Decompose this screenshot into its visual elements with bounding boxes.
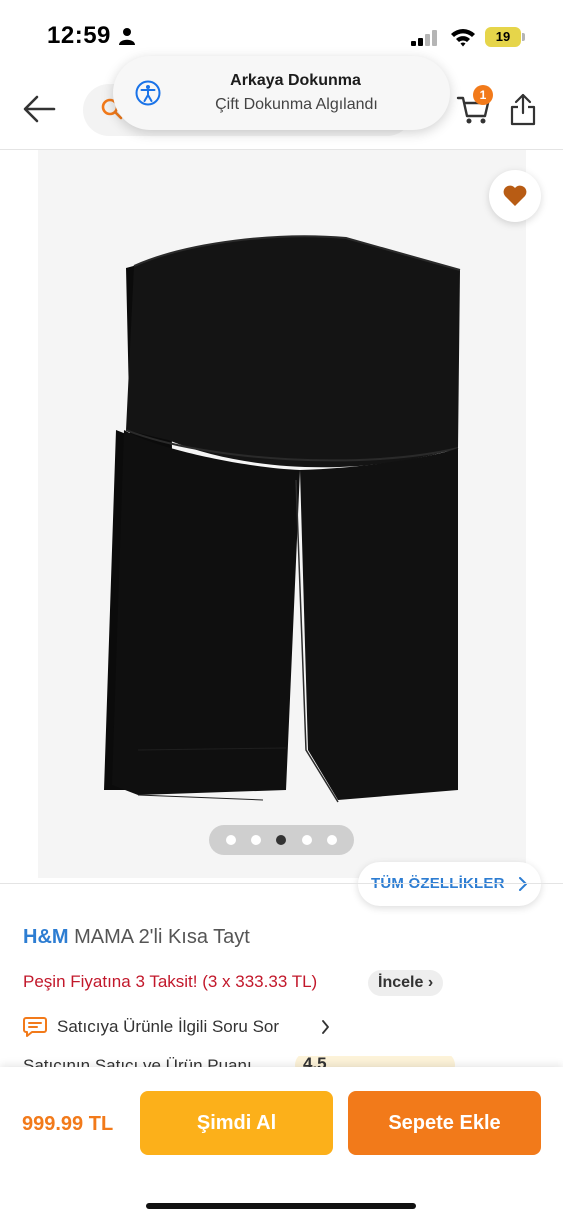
back-arrow-icon[interactable] <box>22 94 56 124</box>
pagination-dot[interactable] <box>327 835 337 845</box>
pagination-dot[interactable] <box>226 835 236 845</box>
section-divider <box>0 883 563 884</box>
ask-seller-link[interactable]: Satıcıya Ürünle İlgili Soru Sor <box>23 1014 343 1040</box>
bottom-action-bar: 999.99 TL Şimdi Al Sepete Ekle <box>0 1067 563 1219</box>
all-features-button[interactable]: TÜM ÖZELLİKLER <box>358 862 541 906</box>
home-indicator[interactable] <box>146 1203 416 1209</box>
installment-details-label: İncele <box>378 974 424 991</box>
cart-count-badge: 1 <box>473 85 493 105</box>
chevron-right-icon <box>519 877 527 891</box>
chevron-right-icon <box>322 1020 329 1034</box>
favorite-button[interactable] <box>489 170 541 222</box>
installment-details-button[interactable]: İncele › <box>368 970 444 996</box>
brand-name[interactable]: H&M <box>23 926 69 948</box>
accessibility-toast: Arkaya Dokunma Çift Dokunma Algılandı <box>113 56 450 130</box>
add-to-cart-button[interactable]: Sepete Ekle <box>348 1091 541 1155</box>
price: 999.99 TL <box>22 1113 114 1135</box>
share-icon[interactable] <box>510 92 536 126</box>
chevron-right-icon: › <box>427 974 434 991</box>
product-image <box>104 235 461 803</box>
heart-icon <box>503 185 527 206</box>
installment-text: Peşin Fiyatına 3 Taksit! (3 x 333.33 TL) <box>23 972 318 991</box>
battery-icon: 19 <box>485 27 525 47</box>
pagination-dot[interactable] <box>302 835 312 845</box>
chat-bubble-icon <box>23 1017 47 1037</box>
signal-icon <box>411 30 437 46</box>
person-icon <box>119 28 135 45</box>
battery-level: 19 <box>495 29 511 44</box>
product-image-gallery[interactable]: TÜM ÖZELLİKLER <box>0 150 563 906</box>
toast-title: Arkaya Dokunma <box>230 72 361 89</box>
product-title: H&M MAMA 2'li Kısa Tayt <box>23 926 250 949</box>
buy-now-button[interactable]: Şimdi Al <box>140 1091 333 1155</box>
image-pagination-dots <box>209 825 354 855</box>
product-name: MAMA 2'li Kısa Tayt <box>74 926 250 948</box>
toast-subtitle: Çift Dokunma Algılandı <box>215 96 378 113</box>
pagination-dot-active[interactable] <box>276 835 286 845</box>
pagination-dot[interactable] <box>251 835 261 845</box>
ask-seller-label: Satıcıya Ürünle İlgili Soru Sor <box>57 1017 280 1036</box>
status-time: 12:59 <box>47 22 111 49</box>
wifi-icon <box>451 29 475 47</box>
